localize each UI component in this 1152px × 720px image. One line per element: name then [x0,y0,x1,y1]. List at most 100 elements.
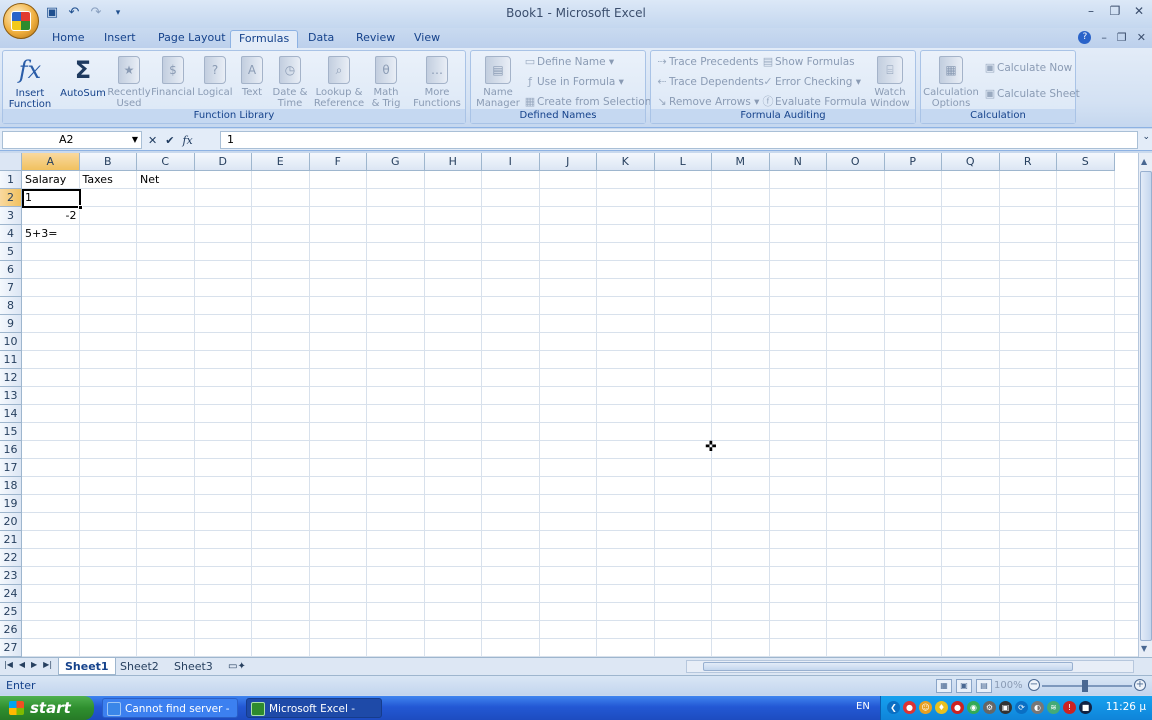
normal-view-icon[interactable]: ▦ [936,679,952,693]
back-icon[interactable]: ❮ [887,701,900,714]
column-header-s[interactable]: S [1057,153,1115,171]
app-icon[interactable]: ■ [1079,701,1092,714]
column-header-f[interactable]: F [309,153,367,171]
horizontal-scrollbar[interactable] [686,660,1134,673]
scroll-up-icon[interactable]: ▲ [1141,157,1147,166]
zoom-knob[interactable] [1082,680,1088,692]
column-header-h[interactable]: H [424,153,482,171]
row-header-17[interactable]: 17 [0,459,22,477]
insert-sheet-icon[interactable]: ▭✦ [222,658,252,675]
tab-home[interactable]: Home [44,30,92,48]
row-header-19[interactable]: 19 [0,495,22,513]
row-header-2[interactable]: 2 [0,189,22,207]
row-header-5[interactable]: 5 [0,243,22,261]
cell-c1[interactable]: Net [138,171,194,189]
row-header-22[interactable]: 22 [0,549,22,567]
column-header-a[interactable]: A [22,153,80,171]
insert-function-icon[interactable]: fx [182,134,192,147]
column-header-p[interactable]: P [884,153,942,171]
insert-function-button[interactable]: fx Insert Function [5,53,55,110]
tab-review[interactable]: Review [348,30,403,48]
calculation-options-button[interactable]: ▦ Calculation Options [923,53,979,109]
volume-icon[interactable]: ◐ [1031,701,1044,714]
math-trig-button[interactable]: θ Math & Trig [361,53,411,109]
row-header-18[interactable]: 18 [0,477,22,495]
page-break-view-icon[interactable]: ▤ [976,679,992,693]
column-header-r[interactable]: R [999,153,1057,171]
next-sheet-icon[interactable]: ▶ [31,660,37,669]
column-header-n[interactable]: N [769,153,827,171]
calculate-now-button[interactable]: ▣ Calculate Now [983,59,1072,77]
column-header-d[interactable]: D [194,153,252,171]
sheet-tab-1[interactable]: Sheet1 [58,658,116,675]
security-icon[interactable]: ● [903,701,916,714]
column-header-i[interactable]: I [482,153,540,171]
cell-a4[interactable]: 5+3= [23,225,79,243]
row-header-24[interactable]: 24 [0,585,22,603]
tab-view[interactable]: View [406,30,448,48]
antivirus-icon[interactable]: ● [951,701,964,714]
row-header-7[interactable]: 7 [0,279,22,297]
row-header-4[interactable]: 4 [0,225,22,243]
scroll-down-icon[interactable]: ▼ [1141,644,1147,653]
row-header-15[interactable]: 15 [0,423,22,441]
row-header-8[interactable]: 8 [0,297,22,315]
row-header-25[interactable]: 25 [0,603,22,621]
watch-window-button[interactable]: ⌸ Watch Window [865,53,915,109]
tab-page-layout[interactable]: Page Layout [150,30,234,48]
maximize-icon[interactable]: ❐ [1108,4,1122,18]
column-header-b[interactable]: B [79,153,137,171]
doc-restore-icon[interactable]: ❐ [1117,31,1127,44]
help-icon[interactable]: ? [1078,31,1092,44]
language-indicator[interactable]: EN [856,701,870,712]
expand-formula-bar-icon[interactable]: ⌄ [1142,132,1150,142]
row-header-26[interactable]: 26 [0,621,22,639]
tab-data[interactable]: Data [300,30,342,48]
row-header-10[interactable]: 10 [0,333,22,351]
row-header-13[interactable]: 13 [0,387,22,405]
autosum-button[interactable]: Σ AutoSum [58,53,108,99]
cell-a1[interactable]: Salaray [23,171,79,189]
name-box[interactable]: A2 ▼ [2,131,142,149]
more-functions-button[interactable]: … More Functions [409,53,465,109]
minimize-icon[interactable]: – [1084,4,1098,18]
error-checking-button[interactable]: ✓ Error Checking ▾ [761,73,861,91]
trace-dependents-button[interactable]: ⇠ Trace Dependents [655,73,764,91]
cell-b1[interactable]: Taxes [81,171,137,189]
taskbar-item-excel[interactable]: Microsoft Excel - Book1 [246,698,382,718]
calculate-sheet-button[interactable]: ▣ Calculate Sheet [983,85,1080,103]
define-name-button[interactable]: ▭ Define Name ▾ [523,53,614,71]
column-header-e[interactable]: E [252,153,310,171]
enter-check-icon[interactable]: ✔ [165,134,174,147]
column-header-m[interactable]: M [712,153,770,171]
shield-icon[interactable]: ♦ [935,701,948,714]
sheet-tab-3[interactable]: Sheet3 [168,658,219,675]
cell-a3[interactable]: -2 [23,207,79,225]
name-manager-button[interactable]: ▤ Name Manager [473,53,523,109]
row-header-3[interactable]: 3 [0,207,22,225]
vertical-scroll-thumb[interactable] [1140,171,1152,641]
worksheet-grid[interactable]: A B C D E F G H I J K L M N O P Q R S 1 2 3 4 5 6 7 8 9 10 11 12 13 14 15… [0,153,1138,657]
lookup-reference-button[interactable]: ⌕ Lookup & Reference [311,53,367,109]
row-header-27[interactable]: 27 [0,639,22,657]
doc-close-icon[interactable]: ✕ [1137,31,1146,44]
row-header-9[interactable]: 9 [0,315,22,333]
zoom-out-icon[interactable]: − [1028,679,1040,691]
horizontal-scroll-thumb[interactable] [703,662,1073,671]
row-header-21[interactable]: 21 [0,531,22,549]
select-all-corner[interactable] [0,153,22,171]
start-button[interactable]: start [0,696,94,720]
vertical-scrollbar[interactable]: ▲ ▼ [1138,153,1152,657]
recently-used-button[interactable]: ★ Recently Used [104,53,154,109]
tab-formulas[interactable]: Formulas [230,30,299,48]
taskbar-item-browser[interactable]: Cannot find server - ... [102,698,238,718]
trace-precedents-button[interactable]: ⇢ Trace Precedents [655,53,758,71]
row-header-1[interactable]: 1 [0,171,22,189]
prev-sheet-icon[interactable]: ◀ [19,660,25,669]
smiley-icon[interactable]: ☺ [919,701,932,714]
column-header-k[interactable]: K [597,153,655,171]
fill-handle[interactable] [78,205,83,210]
chevron-down-icon[interactable]: ▼ [132,132,138,148]
row-header-11[interactable]: 11 [0,351,22,369]
close-icon[interactable]: ✕ [1132,4,1146,18]
